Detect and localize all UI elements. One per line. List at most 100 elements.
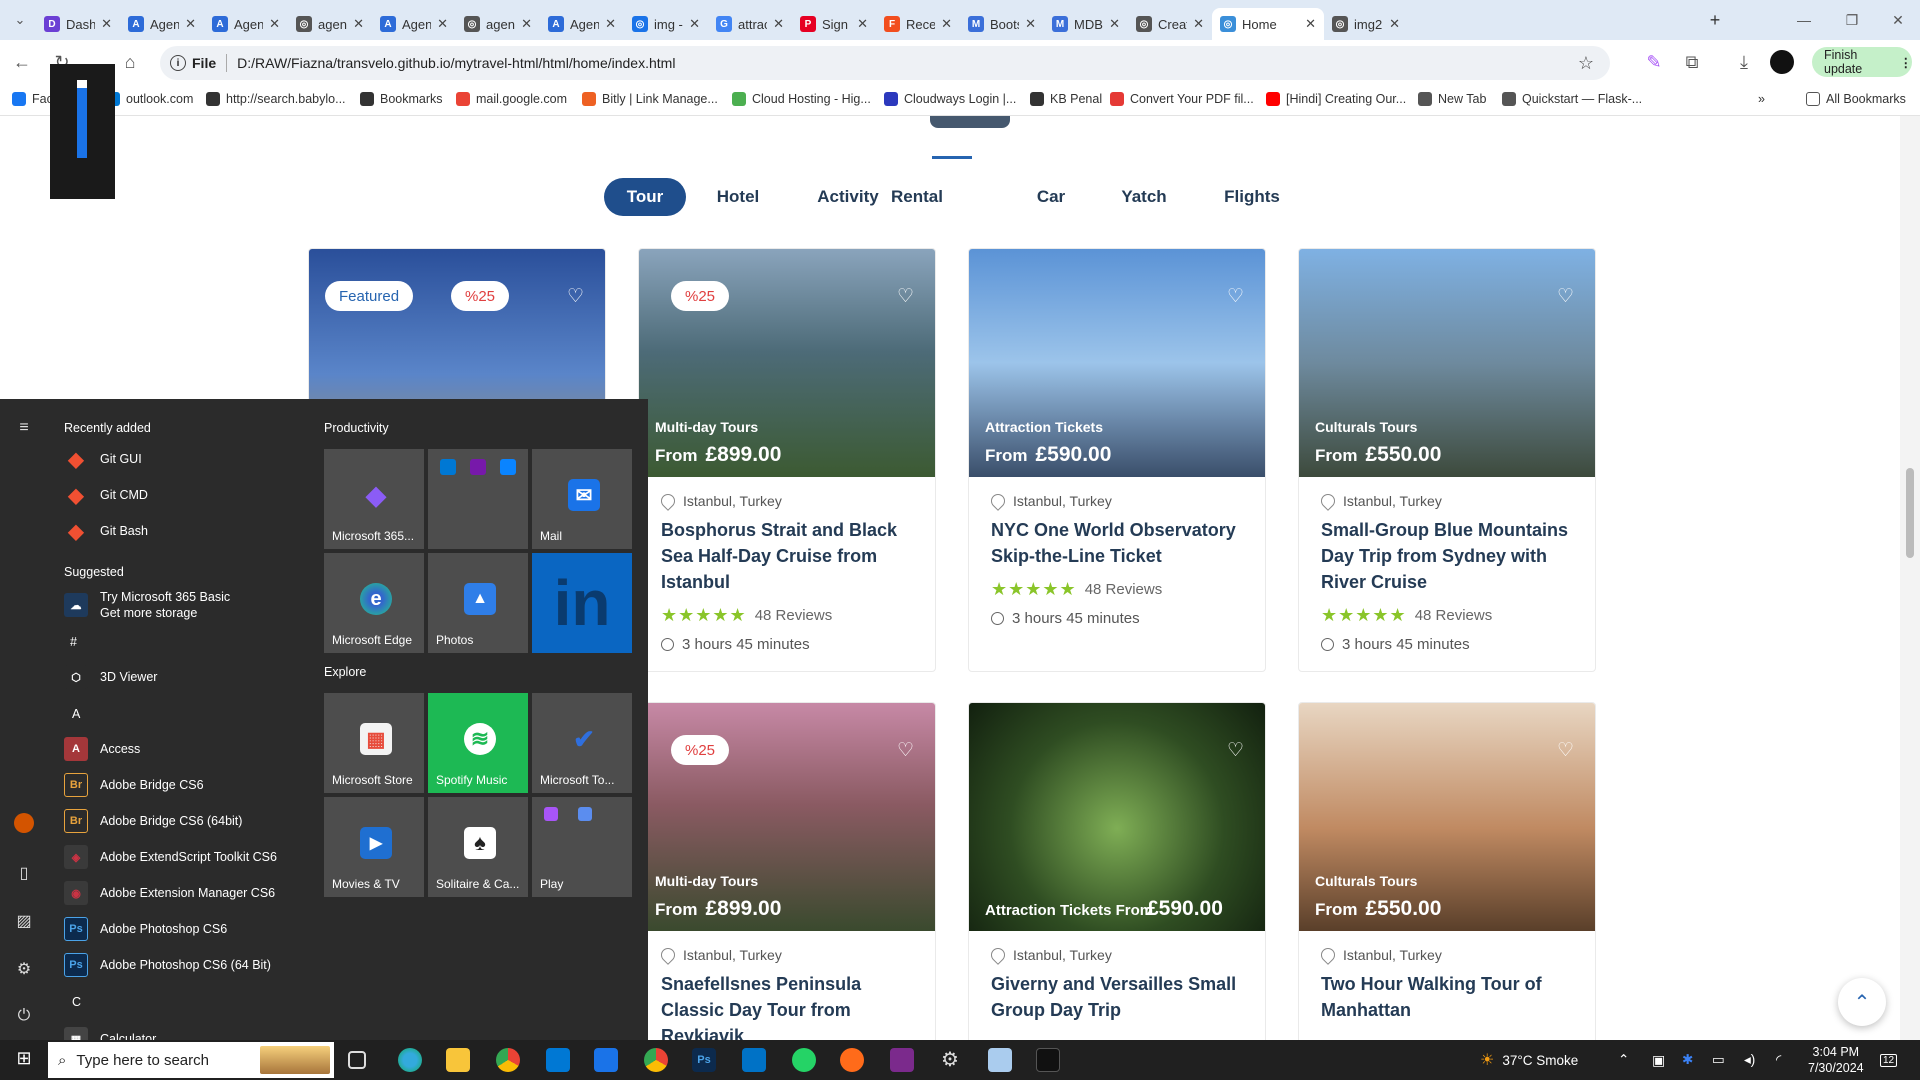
- browser-tab[interactable]: ◎ agent ✕: [456, 8, 540, 40]
- postman-taskbar-icon[interactable]: [840, 1048, 864, 1072]
- clock[interactable]: 3:04 PM 7/30/2024: [1808, 1040, 1864, 1080]
- tab-hotel[interactable]: Hotel: [700, 178, 776, 216]
- bookmark-item[interactable]: KB Penal: [1030, 92, 1102, 106]
- tab-close-icon[interactable]: ✕: [1305, 16, 1316, 32]
- back-icon[interactable]: ←: [10, 50, 34, 74]
- tab-close-icon[interactable]: ✕: [1025, 16, 1036, 32]
- app-list-item[interactable]: Ps Adobe Photoshop CS6: [64, 917, 227, 941]
- home-icon[interactable]: ⌂: [118, 50, 142, 74]
- bookmark-item[interactable]: mail.google.com: [456, 92, 567, 106]
- browser-tab[interactable]: P Sign I ✕: [792, 8, 876, 40]
- bookmarks-overflow-icon[interactable]: »: [1758, 92, 1765, 106]
- tab-close-icon[interactable]: ✕: [353, 16, 364, 32]
- settings-taskbar-icon[interactable]: ⚙: [938, 1048, 962, 1072]
- tour-image[interactable]: ♡ Culturals Tours From £550.00: [1299, 249, 1595, 477]
- chrome-taskbar-icon-2[interactable]: [644, 1048, 668, 1072]
- tour-title[interactable]: Giverny and Versailles Small Group Day T…: [991, 971, 1243, 1023]
- tour-title[interactable]: Small-Group Blue Mountains Day Trip from…: [1321, 517, 1573, 595]
- wishlist-heart-icon[interactable]: ♡: [897, 739, 917, 761]
- browser-tab[interactable]: ◎ agent ✕: [288, 8, 372, 40]
- start-tile[interactable]: ✔ Microsoft To...: [532, 693, 632, 793]
- wifi-icon[interactable]: ◜: [1776, 1040, 1781, 1080]
- tour-image[interactable]: ♡ Attraction Tickets From £590.00: [969, 703, 1265, 931]
- start-tile[interactable]: ≋ Spotify Music: [428, 693, 528, 793]
- whatsapp-taskbar-icon[interactable]: [792, 1048, 816, 1072]
- bookmark-star-icon[interactable]: ☆: [1578, 53, 1594, 74]
- letter-c-heading[interactable]: C: [72, 995, 81, 1009]
- task-view-icon[interactable]: [348, 1051, 366, 1069]
- tab-close-icon[interactable]: ✕: [101, 16, 112, 32]
- tab-close-icon[interactable]: ✕: [1389, 16, 1400, 32]
- store-taskbar-icon[interactable]: [546, 1048, 570, 1072]
- bookmark-item[interactable]: [Hindi] Creating Our...: [1266, 92, 1406, 106]
- browser-tab[interactable]: ◎ img - ✕: [624, 8, 708, 40]
- tray-chevron-icon[interactable]: ⌃: [1618, 1040, 1629, 1080]
- weather-widget[interactable]: ☀ 37°C Smoke: [1480, 1040, 1578, 1080]
- hamburger-icon[interactable]: ≡: [14, 419, 34, 439]
- scroll-to-top-button[interactable]: ⌃: [1838, 978, 1886, 1026]
- info-icon[interactable]: i: [170, 55, 186, 71]
- minimize-button[interactable]: —: [1792, 8, 1816, 32]
- review-count[interactable]: 48 Reviews: [755, 607, 833, 624]
- tab-close-icon[interactable]: ✕: [1109, 16, 1120, 32]
- documents-icon[interactable]: ▯: [14, 863, 34, 883]
- browser-tab[interactable]: Gattrac ✕: [708, 8, 792, 40]
- browser-tab[interactable]: M MDBc ✕: [1044, 8, 1128, 40]
- menu-dots-icon[interactable]: ⋮: [1900, 55, 1913, 70]
- app-list-item[interactable]: ◈ Adobe ExtendScript Toolkit CS6: [64, 845, 277, 869]
- pictures-icon[interactable]: ▨: [14, 911, 34, 931]
- browser-tab[interactable]: ◎ img2. ✕: [1324, 8, 1408, 40]
- bookmark-item[interactable]: Quickstart — Flask-...: [1502, 92, 1642, 106]
- tab-search-chevron-icon[interactable]: ⌄: [8, 8, 32, 32]
- start-tile[interactable]: [428, 449, 528, 549]
- tab-close-icon[interactable]: ✕: [185, 16, 196, 32]
- start-tile[interactable]: ◆ Microsoft 365...: [324, 449, 424, 549]
- photoshop-taskbar-icon[interactable]: Ps: [692, 1048, 716, 1072]
- bookmark-item[interactable]: outlook.com: [106, 92, 193, 106]
- outlook-taskbar-icon[interactable]: [742, 1048, 766, 1072]
- app-list-item[interactable]: ⬡ 3D Viewer: [64, 665, 157, 689]
- taskbar-search-box[interactable]: ⌕ Type here to search: [48, 1042, 334, 1078]
- chrome-taskbar-icon[interactable]: [496, 1048, 520, 1072]
- volume-icon[interactable]: ◂): [1744, 1040, 1755, 1080]
- url-text[interactable]: D:/RAW/Fiazna/transvelo.github.io/mytrav…: [237, 55, 675, 71]
- tour-card[interactable]: ♡ Culturals Tours From £550.00 Istanbul, Tur…: [1298, 702, 1596, 1062]
- windows-start-icon[interactable]: ⊞: [12, 1048, 36, 1072]
- wishlist-heart-icon[interactable]: ♡: [1557, 739, 1577, 761]
- bookmark-item[interactable]: New Tab: [1418, 92, 1486, 106]
- tab-close-icon[interactable]: ✕: [269, 16, 280, 32]
- start-tile[interactable]: Play: [532, 797, 632, 897]
- tour-card[interactable]: %25 ♡ Multi-day Tours From £899.00 Istanbul, …: [638, 702, 936, 1062]
- letter-hash-heading[interactable]: #: [70, 635, 77, 649]
- tour-card[interactable]: ♡ Attraction Tickets From £590.00 Istanbul, …: [968, 248, 1266, 672]
- new-tab-button[interactable]: +: [1703, 8, 1727, 32]
- review-count[interactable]: 48 Reviews: [1415, 607, 1493, 624]
- browser-tab[interactable]: M Boots ✕: [960, 8, 1044, 40]
- wishlist-heart-icon[interactable]: ♡: [1227, 285, 1247, 307]
- tab-close-icon[interactable]: ✕: [521, 16, 532, 32]
- tab-flights[interactable]: Flights: [1208, 178, 1296, 216]
- app-git-gui[interactable]: ◆ Git GUI: [64, 447, 141, 471]
- edge-taskbar-icon[interactable]: [398, 1048, 422, 1072]
- tour-card[interactable]: ♡ Culturals Tours From £550.00 Istanbul, Tur…: [1298, 248, 1596, 672]
- pen-extension-icon[interactable]: ✎: [1642, 50, 1666, 74]
- tab-close-icon[interactable]: ✕: [1193, 16, 1204, 32]
- review-count[interactable]: 48 Reviews: [1085, 581, 1163, 598]
- notepad-taskbar-icon[interactable]: [988, 1048, 1012, 1072]
- app-list-item[interactable]: Br Adobe Bridge CS6: [64, 773, 204, 797]
- tour-title[interactable]: Bosphorus Strait and Black Sea Half-Day …: [661, 517, 913, 595]
- browser-tab[interactable]: ◎ Home ✕: [1212, 8, 1324, 40]
- address-bar[interactable]: i File D:/RAW/Fiazna/transvelo.github.io…: [160, 46, 1610, 80]
- app-list-item[interactable]: Ps Adobe Photoshop CS6 (64 Bit): [64, 953, 271, 977]
- page-scrollbar[interactable]: [1900, 116, 1920, 1040]
- tour-title[interactable]: Two Hour Walking Tour of Manhattan: [1321, 971, 1573, 1023]
- tray-device-icon[interactable]: ▣: [1652, 1040, 1665, 1080]
- bookmark-item[interactable]: Cloudways Login |...: [884, 92, 1016, 106]
- tab-close-icon[interactable]: ✕: [857, 16, 868, 32]
- browser-tab[interactable]: A Agent ✕: [540, 8, 624, 40]
- bookmark-item[interactable]: Bitly | Link Manage...: [582, 92, 718, 106]
- start-tile[interactable]: in: [532, 553, 632, 653]
- wishlist-heart-icon[interactable]: ♡: [1227, 739, 1247, 761]
- tour-image[interactable]: %25 ♡ Multi-day Tours From £899.00: [639, 249, 935, 477]
- tab-yatch[interactable]: Yatch: [1108, 178, 1180, 216]
